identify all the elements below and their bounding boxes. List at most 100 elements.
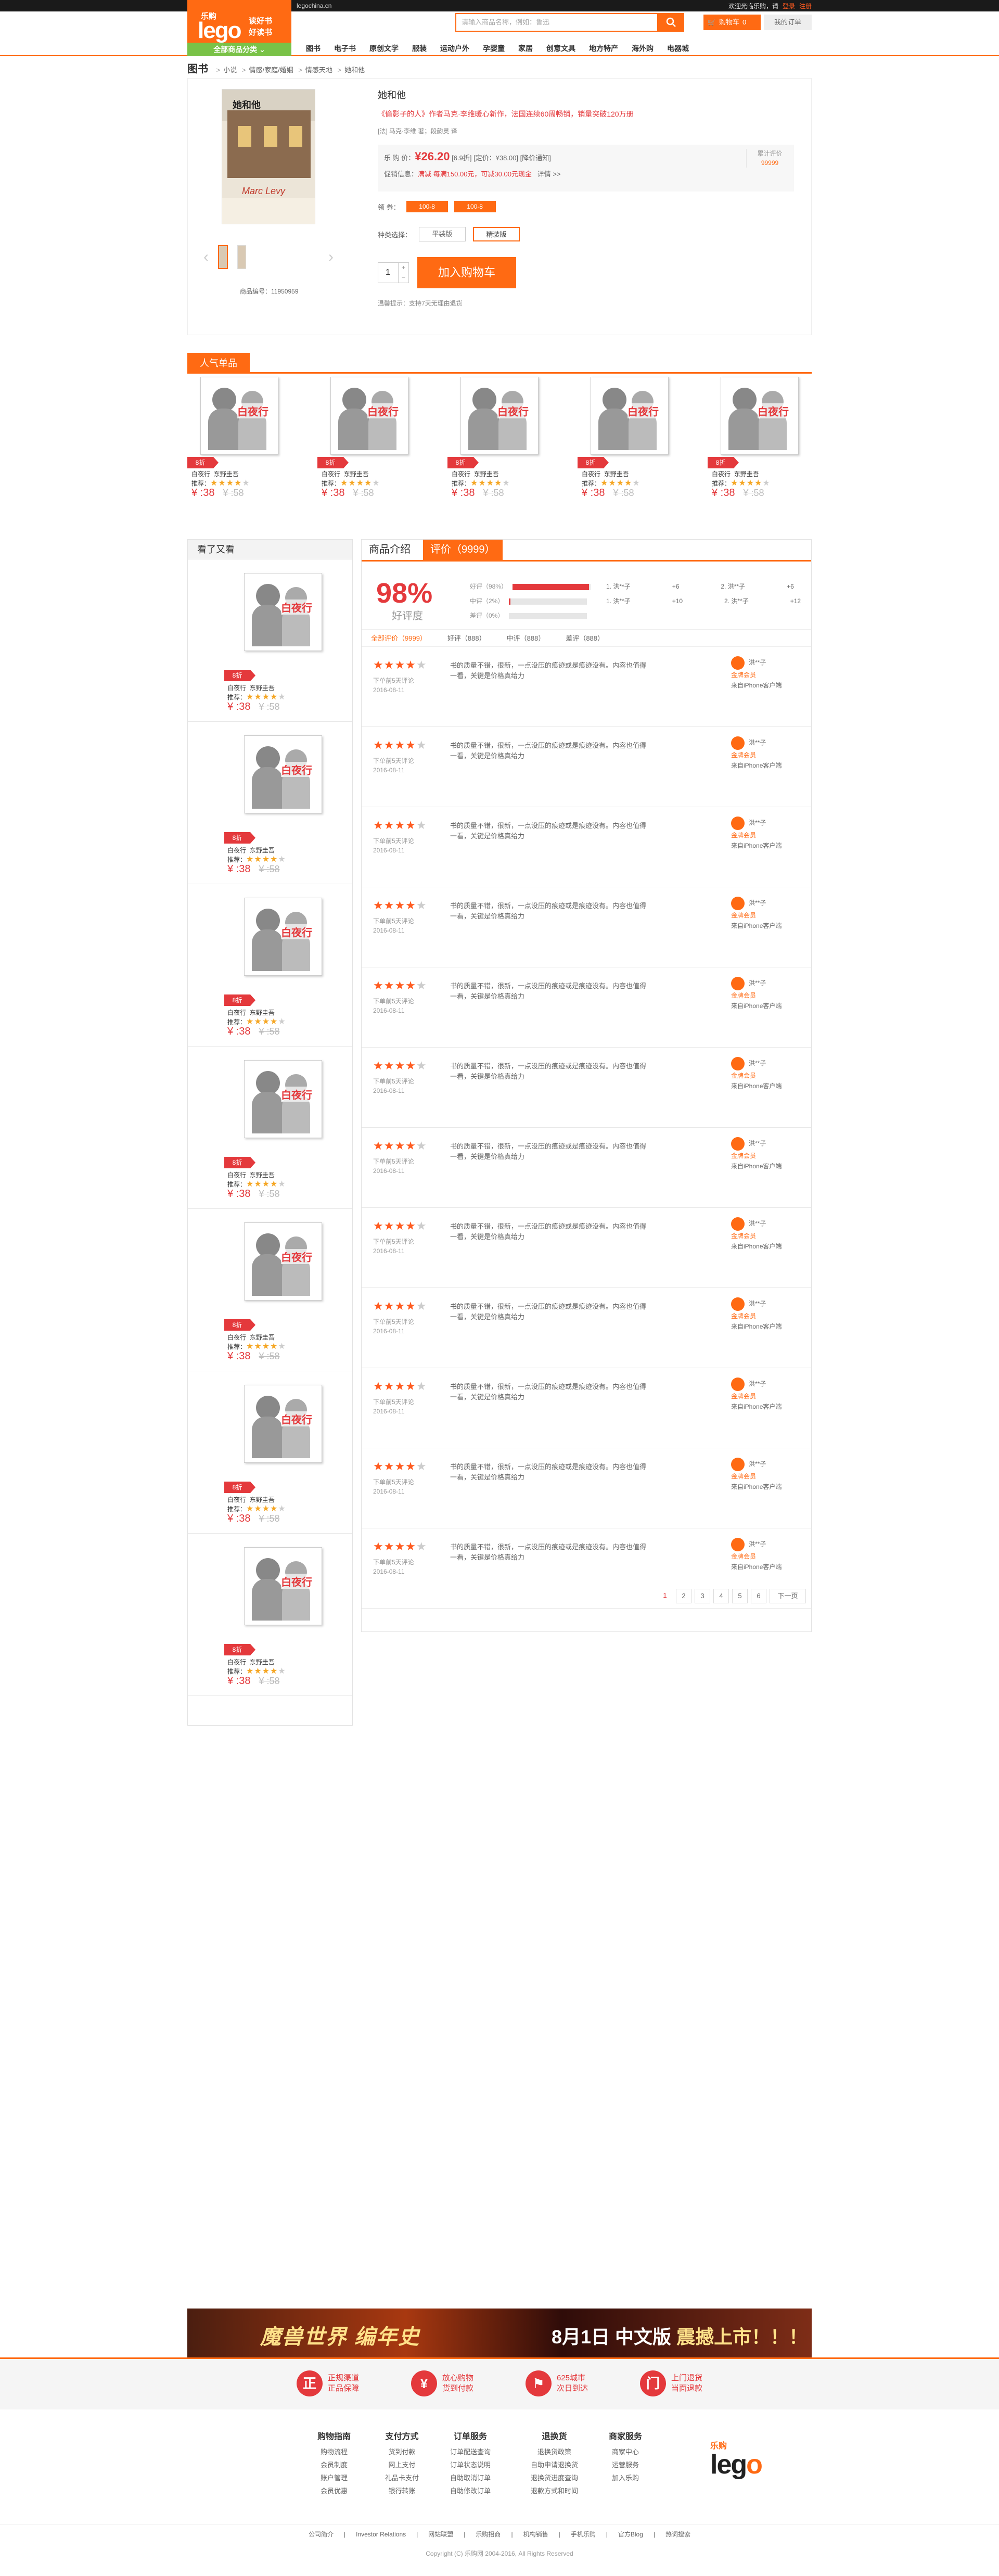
footer-bottom-link[interactable]: 热词搜索 bbox=[665, 2531, 690, 2538]
book-cover[interactable]: 白夜行 bbox=[330, 377, 408, 455]
footer-bottom-link[interactable]: 公司简介 bbox=[309, 2531, 334, 2538]
tab-product-intro[interactable]: 商品介绍 bbox=[362, 540, 418, 560]
footer-link[interactable]: 网上支付 bbox=[385, 2458, 419, 2471]
card-title[interactable]: 白夜行 bbox=[322, 470, 340, 478]
page-number[interactable]: 3 bbox=[695, 1589, 710, 1603]
my-orders-button[interactable]: 我的订单 bbox=[764, 15, 812, 30]
avatar[interactable] bbox=[731, 977, 745, 990]
product-main-image[interactable]: 她和他 Marc Levy bbox=[222, 89, 315, 224]
avatar[interactable] bbox=[731, 1137, 745, 1151]
coupon-tag[interactable]: 100-8 bbox=[454, 201, 496, 212]
product-card[interactable]: 白夜行 8折 白夜行 东野圭吾 推荐：★★★★★ ¥ :38 ¥ :58 bbox=[188, 1534, 352, 1696]
book-cover[interactable]: 白夜行 bbox=[244, 1385, 322, 1463]
book-cover[interactable]: 白夜行 bbox=[460, 377, 539, 455]
book-cover[interactable]: 白夜行 bbox=[591, 377, 669, 455]
nav-item[interactable]: 原创文学 bbox=[363, 42, 405, 55]
footer-bottom-link[interactable]: Investor Relations bbox=[356, 2531, 406, 2538]
footer-link[interactable]: 商家中心 bbox=[609, 2445, 642, 2458]
review-filter-option[interactable]: 全部评价（9999） bbox=[371, 630, 427, 646]
type-option-paperback[interactable]: 平装版 bbox=[419, 227, 466, 241]
footer-link[interactable]: 加入乐购 bbox=[609, 2471, 642, 2484]
search-input[interactable]: 请输入商品名称，例如：鲁迅 bbox=[455, 13, 658, 32]
chevron-right-icon[interactable]: › bbox=[328, 248, 334, 266]
page-number[interactable]: 4 bbox=[713, 1589, 729, 1603]
footer-link[interactable]: 购物流程 bbox=[317, 2445, 351, 2458]
crumb-root[interactable]: 图书 bbox=[187, 63, 208, 75]
page-number[interactable]: 6 bbox=[751, 1589, 766, 1603]
product-card[interactable]: 白夜行 8折 白夜行 东野圭吾 推荐：★★★★★ ¥ :38 ¥ :58 bbox=[188, 1209, 352, 1371]
tab-reviews[interactable]: 评价（9999） bbox=[423, 540, 503, 560]
product-card[interactable]: 白夜行 8折 白夜行 东野圭吾 推荐：★★★★★ ¥ :38 ¥ :58 bbox=[188, 559, 352, 722]
review-username[interactable]: 洪**子 bbox=[749, 1300, 766, 1307]
promo-banner[interactable]: 魔兽世界 编年史 8月1日 中文版 震撼上市！！！ bbox=[187, 2309, 812, 2357]
avatar[interactable] bbox=[731, 1297, 745, 1311]
thumbnail[interactable] bbox=[237, 245, 246, 269]
review-username[interactable]: 洪**子 bbox=[749, 1140, 766, 1147]
footer-link[interactable]: 订单状态说明 bbox=[450, 2458, 491, 2471]
crumb-item[interactable]: 情感天地 bbox=[305, 66, 332, 74]
nav-item[interactable]: 孕婴童 bbox=[476, 42, 511, 55]
footer-link[interactable]: 礼品卡支付 bbox=[385, 2471, 419, 2484]
card-title[interactable]: 白夜行 bbox=[227, 847, 246, 854]
book-cover[interactable]: 白夜行 bbox=[244, 1060, 322, 1138]
footer-link[interactable]: 自助申请退换货 bbox=[531, 2458, 578, 2471]
card-title[interactable]: 白夜行 bbox=[191, 470, 210, 478]
footer-link[interactable]: 自助取消订单 bbox=[450, 2471, 491, 2484]
add-to-cart-button[interactable]: 加入购物车 bbox=[417, 257, 516, 288]
footer-bottom-link[interactable]: 机构销售 bbox=[523, 2531, 548, 2538]
review-filter-option[interactable]: 好评（888） bbox=[447, 630, 486, 646]
product-card[interactable]: 白夜行 8折 白夜行 东野圭吾 推荐：★★★★★ ¥ :38 ¥ :58 bbox=[188, 1371, 352, 1534]
book-cover[interactable]: 白夜行 bbox=[244, 1222, 322, 1300]
product-card[interactable]: 白夜行 8折 白夜行 东野圭吾 推荐：★★★★★ ¥ :38 ¥ :58 bbox=[317, 377, 421, 512]
card-title[interactable]: 白夜行 bbox=[712, 470, 731, 478]
nav-item[interactable]: 家居 bbox=[511, 42, 540, 55]
coupon-tag[interactable]: 100-8 bbox=[406, 201, 448, 212]
card-title[interactable]: 白夜行 bbox=[227, 1659, 246, 1666]
footer-bottom-link[interactable]: 手机乐购 bbox=[571, 2531, 596, 2538]
type-option-hardcover[interactable]: 精装版 bbox=[473, 227, 520, 241]
review-username[interactable]: 洪**子 bbox=[749, 1540, 766, 1548]
avatar[interactable] bbox=[731, 1458, 745, 1471]
card-title[interactable]: 白夜行 bbox=[227, 1009, 246, 1016]
footer-logo[interactable]: 乐购 lego bbox=[710, 2439, 773, 2491]
nav-item[interactable]: 海外购 bbox=[625, 42, 660, 55]
card-title[interactable]: 白夜行 bbox=[452, 470, 470, 478]
footer-link[interactable]: 退换货进度查询 bbox=[531, 2471, 578, 2484]
avatar[interactable] bbox=[731, 1378, 745, 1391]
product-card[interactable]: 白夜行 8折 白夜行 东野圭吾 推荐：★★★★★ ¥ :38 ¥ :58 bbox=[578, 377, 682, 512]
crumb-item[interactable]: 情感/家庭/婚姻 bbox=[249, 66, 293, 74]
quantity-arrows[interactable]: + − bbox=[398, 263, 408, 283]
book-cover[interactable]: 白夜行 bbox=[721, 377, 799, 455]
page-number[interactable]: 5 bbox=[732, 1589, 748, 1603]
footer-link[interactable]: 退换货政策 bbox=[531, 2445, 578, 2458]
footer-link[interactable]: 会员制度 bbox=[317, 2458, 351, 2471]
footer-link[interactable]: 退款方式和时间 bbox=[531, 2484, 578, 2497]
promo-more-link[interactable]: 详情 >> bbox=[537, 170, 561, 178]
product-card[interactable]: 白夜行 8折 白夜行 东野圭吾 推荐：★★★★★ ¥ :38 ¥ :58 bbox=[188, 1047, 352, 1209]
book-cover[interactable]: 白夜行 bbox=[244, 735, 322, 813]
footer-bottom-link[interactable]: 网站联盟 bbox=[428, 2531, 453, 2538]
footer-link[interactable]: 订单配送查询 bbox=[450, 2445, 491, 2458]
review-username[interactable]: 洪**子 bbox=[749, 739, 766, 746]
nav-item[interactable]: 电子书 bbox=[327, 42, 363, 55]
avatar[interactable] bbox=[731, 1057, 745, 1070]
review-username[interactable]: 洪**子 bbox=[749, 1220, 766, 1227]
book-cover[interactable]: 白夜行 bbox=[244, 573, 322, 651]
footer-link[interactable]: 自助修改订单 bbox=[450, 2484, 491, 2497]
footer-bottom-link[interactable]: 乐购招商 bbox=[476, 2531, 501, 2538]
review-username[interactable]: 洪**子 bbox=[749, 819, 766, 826]
product-card[interactable]: 白夜行 8折 白夜行 东野圭吾 推荐：★★★★★ ¥ :38 ¥ :58 bbox=[708, 377, 812, 512]
avatar[interactable] bbox=[731, 736, 745, 750]
card-title[interactable]: 白夜行 bbox=[227, 684, 246, 692]
product-card[interactable]: 白夜行 8折 白夜行 东野圭吾 推荐：★★★★★ ¥ :38 ¥ :58 bbox=[447, 377, 552, 512]
footer-link[interactable]: 会员优惠 bbox=[317, 2484, 351, 2497]
login-link[interactable]: 登录 bbox=[783, 2, 795, 10]
book-cover[interactable]: 白夜行 bbox=[244, 1547, 322, 1625]
footer-link[interactable]: 银行转账 bbox=[385, 2484, 419, 2497]
review-username[interactable]: 洪**子 bbox=[749, 899, 766, 907]
footer-bottom-link[interactable]: 官方Blog bbox=[618, 2531, 643, 2538]
book-cover[interactable]: 白夜行 bbox=[244, 898, 322, 976]
cart-button[interactable]: 🛒 购物车 0 bbox=[703, 15, 761, 30]
footer-link[interactable]: 货到付款 bbox=[385, 2445, 419, 2458]
avatar[interactable] bbox=[731, 1538, 745, 1551]
